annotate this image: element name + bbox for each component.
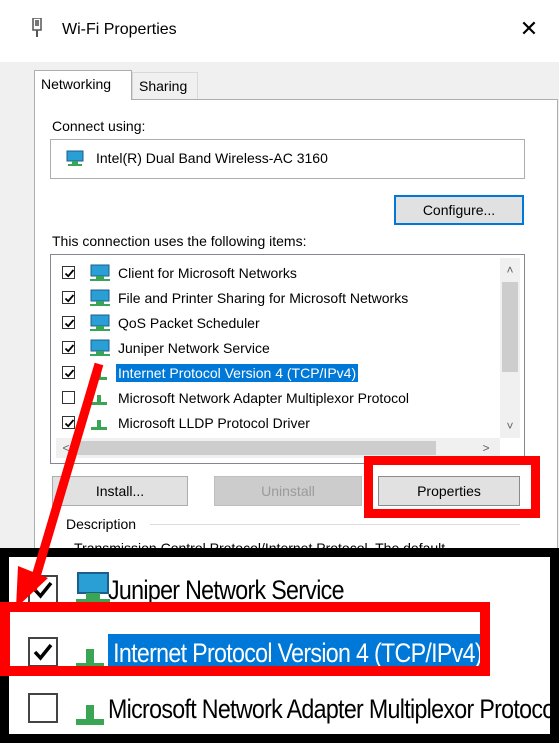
adapter-name: Intel(R) Dual Band Wireless-AC 3160 (96, 150, 328, 166)
tab-networking[interactable]: Networking (34, 70, 132, 100)
items-label: This connection uses the following items… (52, 233, 307, 249)
checkbox-checked[interactable] (62, 316, 75, 329)
configure-button[interactable]: Configure... (394, 195, 524, 225)
item-label: File and Printer Sharing for Microsoft N… (118, 290, 409, 306)
protocol-icon (91, 370, 107, 380)
properties-highlight-box (364, 456, 540, 518)
item-label: Internet Protocol Version 4 (TCP/IPv4) (116, 364, 359, 382)
check-icon (64, 369, 75, 378)
scroll-left-icon[interactable]: < (56, 438, 76, 458)
vertical-scroll-thumb[interactable] (502, 282, 518, 372)
item-label: Client for Microsoft Networks (118, 265, 297, 281)
close-button[interactable]: ✕ (512, 12, 546, 46)
ipv4-highlight-box (0, 602, 490, 676)
check-icon (33, 581, 53, 599)
item-label: QoS Packet Scheduler (118, 315, 260, 331)
network-service-icon (90, 289, 110, 306)
scroll-down-icon[interactable]: ˅ (500, 416, 520, 436)
network-service-icon (90, 339, 110, 356)
window-title: Wi-Fi Properties (62, 21, 177, 38)
protocol-icon (91, 420, 107, 430)
scroll-right-icon[interactable]: > (476, 438, 496, 458)
protocol-icon (91, 395, 107, 405)
item-label: Microsoft LLDP Protocol Driver (118, 415, 310, 431)
checkbox-checked[interactable] (62, 366, 75, 379)
checkbox-checked[interactable] (62, 416, 75, 429)
checkbox-checked[interactable] (62, 341, 75, 354)
checkbox-unchecked (28, 693, 58, 723)
checkbox-unchecked[interactable] (62, 391, 75, 404)
item-label: Microsoft Network Adapter Multiplexor Pr… (118, 390, 409, 406)
zoom-item-label: Microsoft Network Adapter Multiplexor Pr… (108, 694, 559, 724)
uninstall-button[interactable]: Uninstall (214, 476, 362, 506)
check-icon (64, 269, 75, 278)
tab-sharing[interactable]: Sharing (132, 72, 198, 99)
network-service-icon (90, 314, 110, 331)
protocol-icon (76, 705, 104, 725)
check-icon (64, 319, 75, 328)
description-label: Description (64, 516, 139, 532)
horizontal-scroll-thumb[interactable] (76, 441, 436, 455)
checkbox-checked[interactable] (62, 291, 75, 304)
wifi-adapter-icon (32, 18, 42, 37)
items-list (50, 254, 525, 464)
item-label: Juniper Network Service (118, 340, 270, 356)
check-icon (64, 294, 75, 303)
check-icon (64, 419, 75, 428)
network-adapter-icon (66, 150, 84, 166)
description-divider (150, 524, 520, 525)
check-icon (64, 344, 75, 353)
scroll-up-icon[interactable]: ˄ (500, 260, 520, 280)
network-client-icon (90, 264, 110, 281)
checkbox-checked (28, 575, 58, 605)
wifi-properties-dialog: Wi-Fi Properties ✕ Networking Sharing Co… (0, 0, 559, 559)
title-bar: Wi-Fi Properties ✕ (0, 0, 559, 62)
connect-using-label: Connect using: (52, 118, 146, 134)
install-button[interactable]: Install... (52, 476, 188, 506)
checkbox-checked[interactable] (62, 266, 75, 279)
